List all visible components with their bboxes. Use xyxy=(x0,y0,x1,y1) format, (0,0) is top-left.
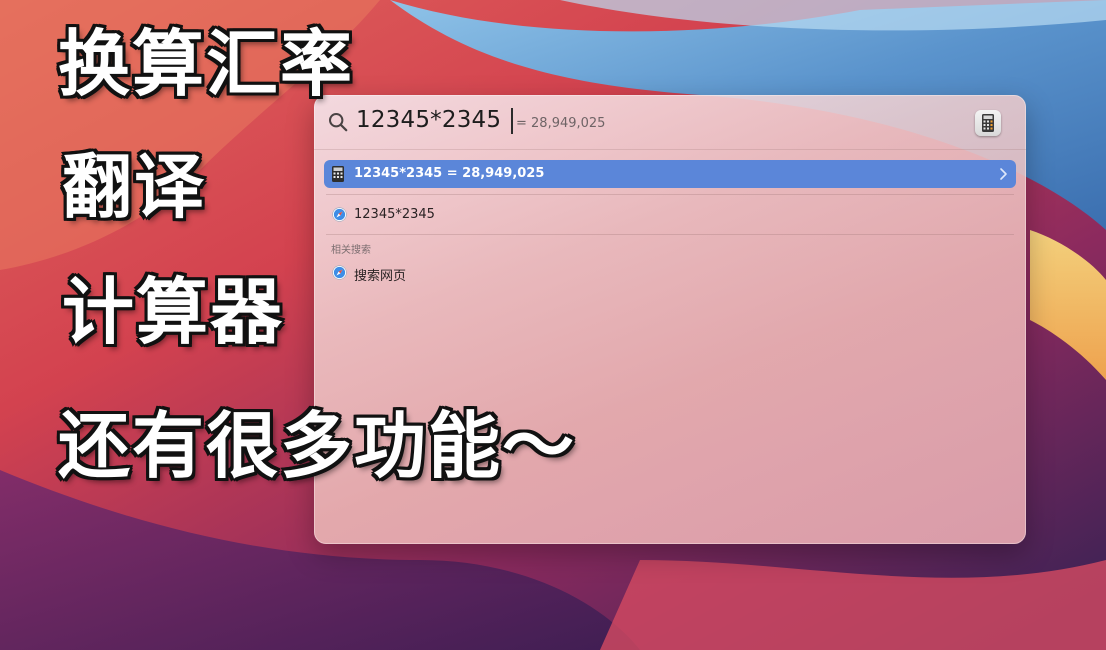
caption-line-2: 翻译 xyxy=(62,146,206,228)
top-hit-row[interactable]: 12345*2345 = 28,949,025 xyxy=(324,160,1016,188)
list-item-search-web[interactable]: 搜索网页 xyxy=(324,261,1016,285)
search-icon xyxy=(329,113,348,132)
chevron-right-icon xyxy=(1000,168,1007,180)
safari-icon xyxy=(332,265,347,280)
section-divider xyxy=(326,234,1014,235)
top-hit-label: 12345*2345 = 28,949,025 xyxy=(354,166,545,181)
inline-calculation-result: = 28,949,025 xyxy=(516,116,606,131)
desktop: 12345*2345 = 28,949,025 12345*2345 = 28,… xyxy=(0,0,1106,650)
text-cursor xyxy=(511,108,513,134)
related-searches-header: 相关搜索 xyxy=(331,245,371,256)
caption-line-4: 还有很多功能～ xyxy=(58,404,577,488)
caption-line-3: 计算器 xyxy=(62,270,285,354)
list-item-query-suggestion[interactable]: 12345*2345 xyxy=(324,203,1016,227)
search-web-label: 搜索网页 xyxy=(354,269,407,284)
safari-icon xyxy=(332,207,347,222)
query-suggestion-label: 12345*2345 xyxy=(354,207,435,222)
search-input[interactable]: 12345*2345 xyxy=(356,107,501,133)
spotlight-search-bar[interactable]: 12345*2345 = 28,949,025 xyxy=(314,95,1026,150)
caption-line-1: 换算汇率 xyxy=(58,22,355,106)
calculator-icon[interactable] xyxy=(975,110,1001,136)
results-divider xyxy=(326,194,1014,195)
calculator-icon xyxy=(332,166,344,182)
